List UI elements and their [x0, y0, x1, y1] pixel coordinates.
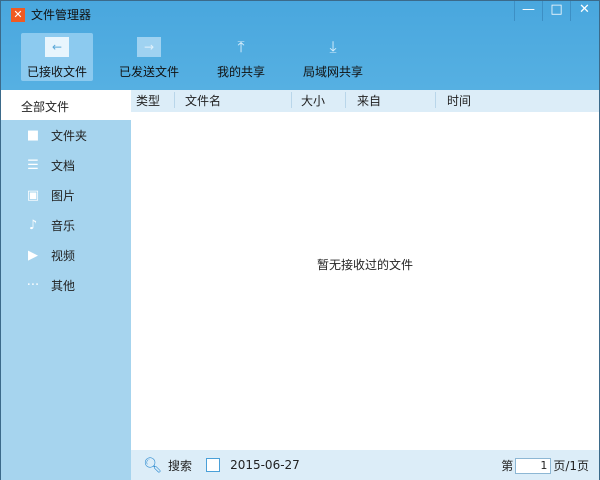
sidebar-item-label: 其他 [51, 278, 76, 293]
column-divider[interactable] [291, 92, 292, 108]
pagination: 第 1 页/1页 [501, 457, 589, 474]
calendar-icon[interactable] [206, 458, 221, 472]
image-icon: ▣ [26, 187, 40, 203]
search-button[interactable]: 搜索 [168, 457, 192, 474]
date-value: 2015-06-27 [230, 458, 300, 472]
title-bar: ✕ 文件管理器 [11, 6, 91, 23]
minimize-button[interactable]: — [514, 1, 542, 21]
column-from[interactable]: 来自 [357, 92, 381, 109]
window-title: 文件管理器 [31, 8, 92, 22]
tab-my-share[interactable]: ⤒ 我的共享 [205, 33, 277, 81]
column-divider[interactable] [435, 92, 436, 108]
sidebar-item-label: 文件夹 [51, 128, 88, 143]
app-logo-icon: ✕ [11, 7, 25, 22]
sidebar-item-label: 音乐 [51, 218, 76, 233]
sidebar-item-label: 视频 [51, 248, 76, 263]
sidebar-item-label: 文档 [51, 158, 76, 173]
column-type[interactable]: 类型 [136, 92, 160, 109]
sidebar-item-music[interactable]: ♪ 音乐 [1, 210, 131, 240]
sidebar-item-images[interactable]: ▣ 图片 [1, 180, 131, 210]
tab-sent-files[interactable]: → 已发送文件 [113, 33, 185, 81]
sidebar-item-other[interactable]: ··· 其他 [1, 270, 131, 300]
folder-send-icon: → [137, 37, 161, 57]
sidebar-item-all-files[interactable]: 全部文件 [1, 90, 131, 120]
tab-lan-share[interactable]: ⤓ 局域网共享 [297, 33, 369, 81]
sidebar: 全部文件 ■ 文件夹 ☰ 文档 ▣ 图片 ♪ 音乐 ▶ 视频 ··· 其他 [1, 90, 131, 480]
empty-message: 暂无接收过的文件 [316, 258, 413, 272]
footer-bar: 🔍︎ 搜索 2015-06-27 第 1 页/1页 [131, 450, 599, 480]
music-icon: ♪ [28, 217, 38, 233]
tab-label: 局域网共享 [302, 65, 363, 79]
video-icon: ▶ [28, 247, 38, 263]
column-time[interactable]: 时间 [447, 92, 471, 109]
more-icon: ··· [26, 277, 40, 293]
sidebar-item-documents[interactable]: ☰ 文档 [1, 150, 131, 180]
file-manager-window: ✕ 文件管理器 — □ ✕ ← 已接收文件 → 已发送文件 ⤒ 我的共享 ⤓ 局… [0, 0, 600, 480]
tab-label: 已发送文件 [118, 65, 179, 79]
sidebar-item-video[interactable]: ▶ 视频 [1, 240, 131, 270]
sidebar-item-folder[interactable]: ■ 文件夹 [1, 120, 131, 150]
column-size[interactable]: 大小 [301, 92, 325, 109]
page-prefix: 第 [501, 459, 514, 473]
folder-receive-icon: ← [45, 37, 69, 57]
table-header: 类型 文件名 大小 来自 时间 [131, 90, 599, 112]
tab-received-files[interactable]: ← 已接收文件 [21, 33, 93, 81]
tab-label: 我的共享 [216, 65, 265, 79]
column-filename[interactable]: 文件名 [185, 92, 221, 109]
title-toolbar-area: ✕ 文件管理器 — □ ✕ ← 已接收文件 → 已发送文件 ⤒ 我的共享 ⤓ 局… [1, 1, 599, 90]
download-icon: ⤓ [329, 37, 337, 56]
tab-label: 已接收文件 [26, 65, 87, 79]
document-icon: ☰ [27, 157, 39, 173]
upload-icon: ⤒ [237, 37, 245, 56]
maximize-button[interactable]: □ [542, 1, 570, 21]
page-suffix: 页/1页 [553, 459, 589, 473]
column-divider[interactable] [174, 92, 175, 108]
search-icon[interactable]: 🔍︎ [143, 456, 162, 474]
column-divider[interactable] [345, 92, 346, 108]
folder-icon: ■ [26, 127, 40, 143]
page-input[interactable]: 1 [515, 457, 552, 474]
close-button[interactable]: ✕ [570, 1, 598, 21]
sidebar-item-label: 图片 [51, 188, 76, 203]
